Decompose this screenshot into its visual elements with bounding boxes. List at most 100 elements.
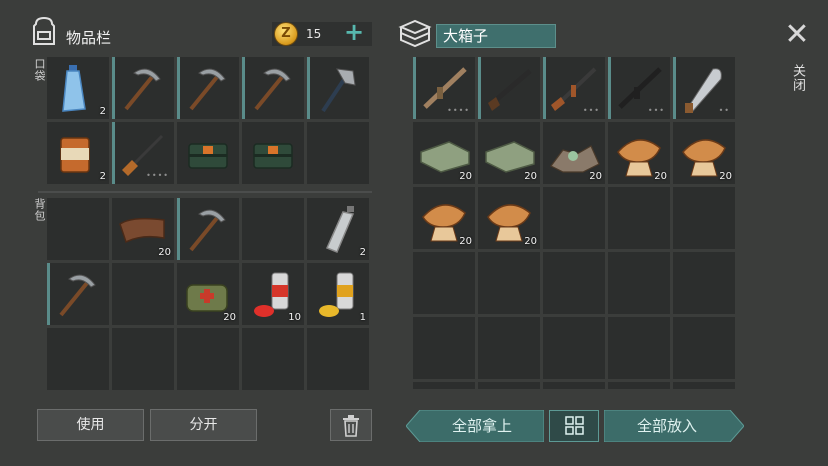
- pickaxe-icon: [189, 209, 226, 252]
- backpack-slot[interactable]: 10: [242, 263, 304, 325]
- chest-slot[interactable]: [478, 382, 540, 389]
- item-quantity: 2: [99, 106, 106, 117]
- pickaxe-icon: [124, 68, 161, 111]
- chest-slot[interactable]: 20: [673, 122, 735, 184]
- chest-slot[interactable]: 20: [478, 187, 540, 249]
- inventory-title: 物品栏: [66, 29, 112, 47]
- backpack-slot[interactable]: [47, 328, 109, 390]
- backpack-slot[interactable]: [47, 263, 109, 325]
- pocket-slot[interactable]: [307, 122, 369, 184]
- shotgun-icon: [488, 69, 532, 111]
- backpack-slot[interactable]: [242, 198, 304, 260]
- chest-slot[interactable]: 20: [478, 122, 540, 184]
- ammo-dots: •••: [647, 106, 665, 115]
- chest-slot[interactable]: [673, 187, 735, 249]
- pocket-slot[interactable]: [177, 57, 239, 119]
- ammo-dots: ••: [718, 106, 730, 115]
- pocket-slot[interactable]: [307, 57, 369, 119]
- backpack-slot[interactable]: [112, 263, 174, 325]
- chest-icon: [398, 19, 432, 48]
- item-quantity: 20: [524, 236, 537, 247]
- item-quantity: 20: [654, 171, 667, 182]
- item-quantity: 20: [459, 171, 472, 182]
- item-quantity: 2: [359, 247, 366, 258]
- item-quantity: 20: [524, 171, 537, 182]
- chest-slot[interactable]: [543, 382, 605, 389]
- grid-sort-icon: [565, 416, 584, 435]
- pocket-slot[interactable]: 2: [47, 122, 109, 184]
- chest-slot[interactable]: [608, 382, 670, 389]
- backpack-label: 背包: [33, 198, 46, 222]
- pockets-label: 口袋: [33, 58, 46, 82]
- item-quantity: 2: [99, 171, 106, 182]
- backpack-slot[interactable]: [177, 328, 239, 390]
- ammo-dots: ••••: [447, 106, 470, 115]
- pocket-slot[interactable]: [242, 57, 304, 119]
- item-quantity: 20: [719, 171, 732, 182]
- pocket-slot[interactable]: ••••: [112, 122, 174, 184]
- put-all-button[interactable]: 全部放入: [604, 410, 730, 442]
- close-icon[interactable]: ✕: [782, 20, 812, 50]
- use-button[interactable]: 使用: [37, 409, 144, 441]
- chest-slot[interactable]: [543, 317, 605, 379]
- chest-slot[interactable]: [673, 382, 735, 389]
- backpack-slot[interactable]: [307, 328, 369, 390]
- backpack-slot[interactable]: [242, 328, 304, 390]
- chest-slot[interactable]: [608, 187, 670, 249]
- item-quantity: 20: [158, 247, 171, 258]
- chest-slot[interactable]: [478, 252, 540, 314]
- pocket-slot[interactable]: 2: [47, 57, 109, 119]
- chest-slot[interactable]: 20: [413, 122, 475, 184]
- pocket-slot[interactable]: [242, 122, 304, 184]
- chest-slot[interactable]: [478, 57, 540, 119]
- chest-slot[interactable]: [608, 317, 670, 379]
- ammo-dots: ••••: [146, 171, 169, 180]
- chest-slot[interactable]: [543, 187, 605, 249]
- item-quantity: 1: [359, 312, 366, 323]
- pickaxe-icon: [254, 68, 291, 111]
- close-label[interactable]: 关闭: [788, 64, 807, 92]
- item-quantity: 20: [223, 312, 236, 323]
- item-quantity: 20: [589, 171, 602, 182]
- hatchet-icon: [321, 68, 356, 113]
- backpack-slot[interactable]: 20: [112, 198, 174, 260]
- chest-slot[interactable]: [413, 317, 475, 379]
- trash-button[interactable]: [330, 409, 372, 441]
- pickaxe-icon: [189, 68, 226, 111]
- item-quantity: 20: [459, 236, 472, 247]
- add-coins-button[interactable]: +: [344, 18, 364, 46]
- chest-title: 大箱子: [436, 24, 556, 48]
- backpack-slot[interactable]: [47, 198, 109, 260]
- chest-slot[interactable]: [413, 252, 475, 314]
- chest-slot[interactable]: •••: [608, 57, 670, 119]
- chest-slot[interactable]: [608, 252, 670, 314]
- chest-slot[interactable]: 20: [413, 187, 475, 249]
- pickaxe-icon: [59, 274, 96, 317]
- pockets-grid: 2 2 ••••: [47, 57, 369, 184]
- split-button[interactable]: 分开: [150, 409, 257, 441]
- backpack-slot[interactable]: [112, 328, 174, 390]
- chest-slot[interactable]: 20: [543, 122, 605, 184]
- chest-slot[interactable]: ••: [673, 57, 735, 119]
- backpack-grid: 20 2 20 10 1: [47, 198, 369, 390]
- chest-slot[interactable]: ••••: [413, 57, 475, 119]
- chest-slot[interactable]: [673, 252, 735, 314]
- pocket-slot[interactable]: [112, 57, 174, 119]
- chest-slot[interactable]: [413, 382, 475, 389]
- backpack-slot[interactable]: [177, 198, 239, 260]
- backpack-slot[interactable]: 2: [307, 198, 369, 260]
- take-all-button[interactable]: 全部拿上: [420, 410, 544, 442]
- chest-slot[interactable]: 20: [608, 122, 670, 184]
- backpack-slot[interactable]: 20: [177, 263, 239, 325]
- chest-slot[interactable]: [478, 317, 540, 379]
- chest-slot[interactable]: •••: [543, 57, 605, 119]
- backpack-slot[interactable]: 1: [307, 263, 369, 325]
- supply-crate-icon: [253, 143, 293, 169]
- coin-icon: Z: [274, 22, 298, 46]
- pocket-slot[interactable]: [177, 122, 239, 184]
- chest-slot[interactable]: [673, 317, 735, 379]
- chest-slot[interactable]: [543, 252, 605, 314]
- sort-button[interactable]: [549, 410, 599, 442]
- coin-amount: 15: [306, 27, 322, 41]
- backpack-icon: [33, 16, 55, 45]
